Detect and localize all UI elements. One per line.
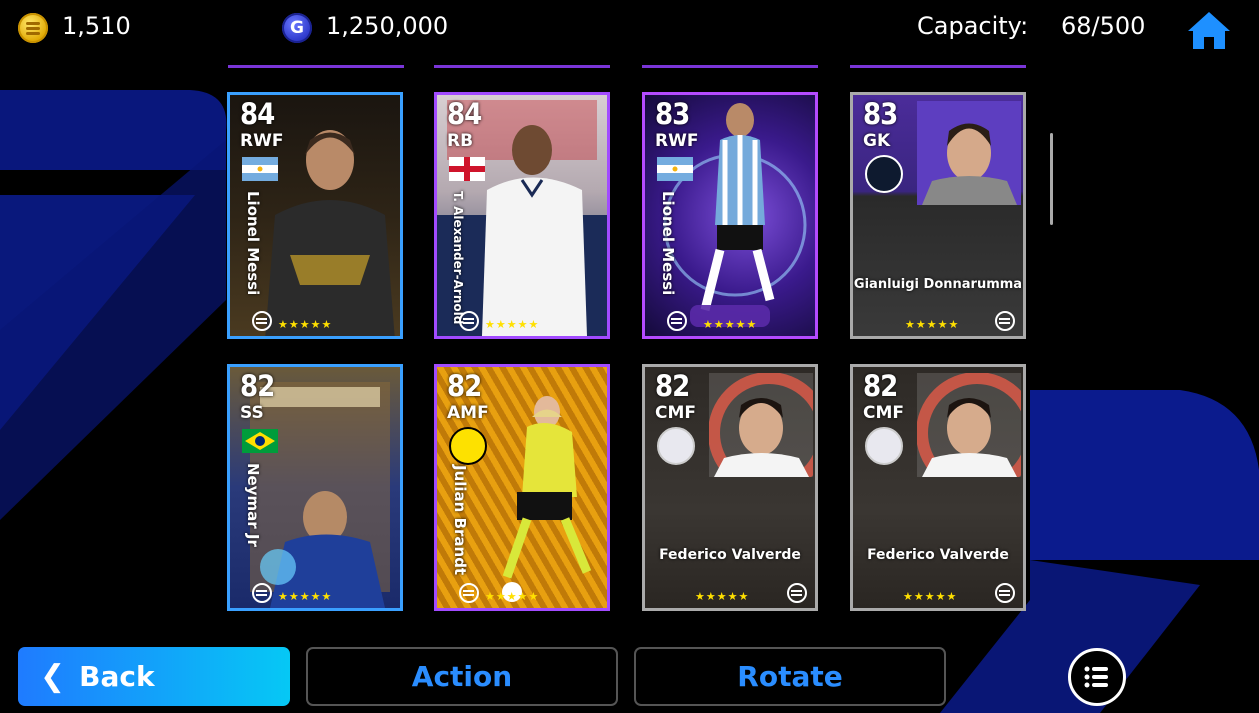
- player-position: RWF: [240, 131, 284, 151]
- player-rating: 84: [447, 97, 482, 131]
- action-button-label: Action: [411, 660, 513, 693]
- player-position: CMF: [655, 403, 697, 423]
- player-position: AMF: [447, 403, 489, 423]
- player-card[interactable]: 82 AMF Julian Brandt ★★★★★: [434, 364, 610, 611]
- rating-stars: ★★★★★: [903, 590, 958, 603]
- player-portrait: [917, 373, 1021, 477]
- efootball-logo-icon: [667, 311, 687, 331]
- rotate-button[interactable]: Rotate: [634, 647, 946, 706]
- player-card[interactable]: 84 RB T. Alexander-Arnold ★★★★★: [434, 92, 610, 339]
- home-icon[interactable]: [1186, 8, 1232, 52]
- club-badge-icon: [865, 155, 903, 193]
- player-position: RB: [447, 131, 474, 151]
- player-position: RWF: [655, 131, 699, 151]
- back-button-label: Back: [79, 660, 155, 693]
- player-card[interactable]: 83 RWF Lionel Messi ★★★★★: [642, 92, 818, 339]
- row-separator: [850, 65, 1026, 68]
- list-icon: [1084, 666, 1108, 688]
- rating-stars: ★★★★★: [278, 590, 333, 603]
- player-rating: 83: [655, 97, 690, 131]
- coin-amount: 1,510: [62, 12, 131, 40]
- brazil-flag-icon: [242, 429, 278, 453]
- player-card[interactable]: 82 SS Neymar Jr ★★★★★: [227, 364, 403, 611]
- action-button[interactable]: Action: [306, 647, 618, 706]
- player-name: Federico Valverde: [867, 547, 1009, 563]
- rating-stars: ★★★★★: [695, 590, 750, 603]
- efootball-logo-icon: [459, 311, 479, 331]
- row-separator: [434, 65, 610, 68]
- player-rating: 82: [655, 369, 690, 403]
- player-rating: 84: [240, 97, 275, 131]
- background-decoration: [0, 90, 1259, 713]
- efootball-logo-icon: [787, 583, 807, 603]
- player-card[interactable]: 84 RWF Lionel Messi ★★★★★: [227, 92, 403, 339]
- player-rating: 83: [863, 97, 898, 131]
- efootball-logo-icon: [995, 583, 1015, 603]
- rating-stars: ★★★★★: [485, 318, 540, 331]
- player-card[interactable]: 82 CMF Federico Valverde ★★★★★: [850, 364, 1026, 611]
- player-position: CMF: [863, 403, 905, 423]
- player-position: GK: [863, 131, 891, 151]
- gp-amount: 1,250,000: [326, 12, 449, 40]
- row-separator: [642, 65, 818, 68]
- player-name: Lionel Messi: [659, 191, 677, 296]
- player-name: Julian Brandt: [451, 465, 469, 576]
- argentina-flag-icon: [242, 157, 278, 181]
- bvb-badge-icon: [449, 427, 487, 465]
- efootball-logo-icon: [252, 311, 272, 331]
- gp-icon: G: [282, 13, 312, 43]
- coin-icon: [18, 13, 48, 43]
- player-name: Gianluigi Donnarumma: [853, 277, 1023, 292]
- player-name: Federico Valverde: [659, 547, 801, 563]
- player-card[interactable]: 83 GK Gianluigi Donnarumma ★★★★★: [850, 92, 1026, 339]
- club-badge-icon: [865, 427, 903, 465]
- player-portrait: [917, 101, 1021, 205]
- efootball-logo-icon: [459, 583, 479, 603]
- player-rating: 82: [447, 369, 482, 403]
- player-name: Neymar Jr: [244, 463, 262, 547]
- rating-stars: ★★★★★: [485, 590, 540, 603]
- player-rating: 82: [863, 369, 898, 403]
- player-position: SS: [240, 403, 264, 423]
- club-badge-icon: [657, 427, 695, 465]
- player-portrait: [709, 373, 813, 477]
- chevron-left-icon: ❮: [40, 659, 66, 694]
- player-name: Lionel Messi: [244, 191, 262, 296]
- rating-stars: ★★★★★: [278, 318, 333, 331]
- england-flag-icon: [449, 157, 485, 181]
- capacity-label: Capacity:: [917, 12, 1029, 40]
- player-name: T. Alexander-Arnold: [451, 191, 465, 325]
- rotate-button-label: Rotate: [737, 660, 843, 693]
- player-card[interactable]: 82 CMF Federico Valverde ★★★★★: [642, 364, 818, 611]
- rating-stars: ★★★★★: [905, 318, 960, 331]
- capacity-value: 68/500: [1061, 12, 1146, 40]
- list-menu-button[interactable]: [1068, 648, 1126, 706]
- player-rating: 82: [240, 369, 275, 403]
- argentina-flag-icon: [657, 157, 693, 181]
- rating-stars: ★★★★★: [703, 318, 758, 331]
- scrollbar-thumb[interactable]: [1050, 133, 1053, 225]
- back-button[interactable]: ❮ Back: [18, 647, 290, 706]
- efootball-logo-icon: [252, 583, 272, 603]
- row-separator: [228, 65, 404, 68]
- efootball-logo-icon: [995, 311, 1015, 331]
- top-bar: 1,510 G 1,250,000 Capacity: 68/500: [0, 0, 1259, 58]
